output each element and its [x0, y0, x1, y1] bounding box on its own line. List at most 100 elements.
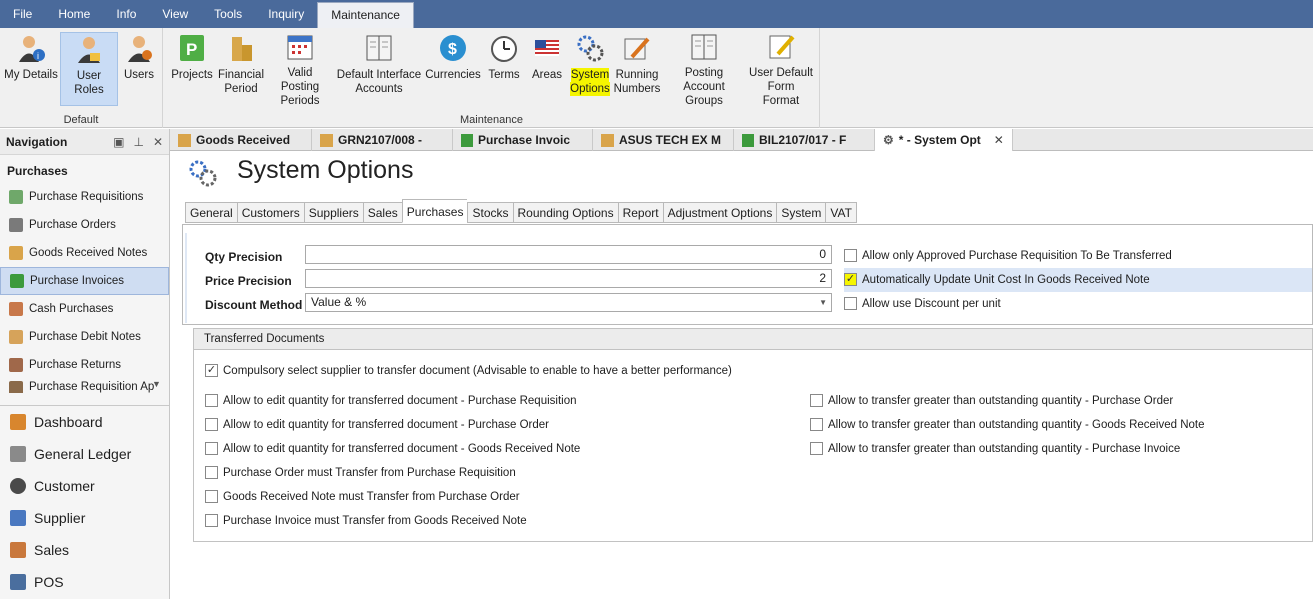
module-pos[interactable]: POS [0, 566, 169, 598]
checkbox-box[interactable] [205, 514, 218, 527]
nav-item-purchase-returns[interactable]: Purchase Returns [0, 351, 169, 379]
po-from-requisition-checkbox[interactable]: Purchase Order must Transfer from Purcha… [205, 466, 516, 479]
pencil-form-icon [621, 32, 653, 64]
user-roles-button[interactable]: User Roles [60, 32, 118, 106]
calendar-icon [284, 32, 316, 62]
doc-tab-asus-tech[interactable]: ASUS TECH EX M [593, 129, 734, 151]
menu-file[interactable]: File [0, 0, 45, 28]
pin-icon[interactable]: ⊥ [133, 135, 143, 149]
nav-item-purchase-invoices[interactable]: Purchase Invoices [0, 267, 169, 295]
doc-tab-grn2107-008[interactable]: GRN2107/008 - [312, 129, 453, 151]
over-transfer-invoice-checkbox[interactable]: Allow to transfer greater than outstandi… [810, 442, 1180, 455]
doc-tab-bil2107-017[interactable]: BIL2107/017 - F [734, 129, 875, 151]
nav-item-cash-purchases[interactable]: Cash Purchases [0, 295, 169, 323]
menu-view[interactable]: View [149, 0, 201, 28]
menu-tools[interactable]: Tools [201, 0, 255, 28]
module-sales[interactable]: Sales [0, 534, 169, 566]
price-precision-label: Price Precision [205, 274, 292, 288]
tab-purchases[interactable]: Purchases [401, 199, 468, 223]
checkbox-box[interactable] [810, 442, 823, 455]
dropdown-arrow-icon[interactable]: ▼ [819, 294, 827, 311]
grn-from-po-checkbox[interactable]: Goods Received Note must Transfer from P… [205, 490, 520, 503]
default-interface-accounts-button[interactable]: Default Interface Accounts [335, 32, 423, 104]
discount-per-unit-checkbox[interactable]: Allow use Discount per unit [844, 297, 1001, 310]
tab-vat[interactable]: VAT [825, 202, 857, 223]
ledger-book-icon [363, 32, 395, 64]
edit-qty-purchase-order-checkbox[interactable]: Allow to edit quantity for transferred d… [205, 418, 549, 431]
nav-item-purchase-debit-notes[interactable]: Purchase Debit Notes [0, 323, 169, 351]
nav-item-purchase-requisitions[interactable]: Purchase Requisitions [0, 183, 169, 211]
over-transfer-grn-checkbox[interactable]: Allow to transfer greater than outstandi… [810, 418, 1205, 431]
checkbox-box[interactable] [205, 418, 218, 431]
tab-adjustment-options[interactable]: Adjustment Options [662, 202, 777, 223]
valid-posting-periods-button[interactable]: Valid Posting Periods [267, 32, 333, 107]
invoice-from-grn-checkbox[interactable]: Purchase Invoice must Transfer from Good… [205, 514, 527, 527]
invoice-icon [10, 274, 24, 288]
tab-report[interactable]: Report [617, 202, 663, 223]
checkbox-box[interactable] [810, 418, 823, 431]
user-default-form-format-button[interactable]: User Default Form Format [748, 32, 814, 107]
edit-qty-purchase-requisition-checkbox[interactable]: Allow to edit quantity for transferred d… [205, 394, 577, 407]
checkbox-box[interactable] [205, 466, 218, 479]
checkmark-icon[interactable]: ✓ [205, 364, 218, 377]
checkbox-box[interactable] [844, 297, 857, 310]
nav-item-purchase-requisition-approval[interactable]: Purchase Requisition Ap [0, 379, 169, 393]
areas-button[interactable]: Areas [528, 32, 566, 104]
tab-stocks[interactable]: Stocks [467, 202, 513, 223]
scroll-down-icon[interactable]: ▼ [152, 379, 161, 389]
tab-system[interactable]: System [776, 202, 826, 223]
pos-icon [10, 574, 26, 590]
financial-period-button[interactable]: Financial Period [216, 32, 266, 104]
tab-sales[interactable]: Sales [362, 202, 402, 223]
module-dashboard[interactable]: Dashboard [0, 406, 169, 438]
module-supplier[interactable]: Supplier [0, 502, 169, 534]
checkbox-box[interactable] [810, 394, 823, 407]
doc-tab-goods-received[interactable]: Goods Received [170, 129, 312, 151]
users-button[interactable]: Users [120, 32, 158, 104]
menu-inquiry[interactable]: Inquiry [255, 0, 317, 28]
menu-home[interactable]: Home [45, 0, 103, 28]
running-numbers-button[interactable]: Running Numbers [614, 32, 660, 104]
posting-account-groups-button[interactable]: Posting Account Groups [664, 32, 744, 107]
projects-button[interactable]: P Projects [170, 32, 214, 104]
module-customer[interactable]: Customer [0, 470, 169, 502]
menu-maintenance[interactable]: Maintenance [317, 2, 414, 28]
invoice-icon [742, 133, 754, 147]
over-transfer-po-checkbox[interactable]: Allow to transfer greater than outstandi… [810, 394, 1173, 407]
return-icon [9, 358, 23, 372]
tab-customers[interactable]: Customers [236, 202, 304, 223]
checkbox-box[interactable] [205, 490, 218, 503]
ribbon: i My Details User Roles Users Default P … [0, 28, 1313, 128]
cash-icon [9, 302, 23, 316]
tab-suppliers[interactable]: Suppliers [303, 202, 363, 223]
doc-tab-system-options[interactable]: ⚙ * - System Opt ✕ [875, 129, 1013, 151]
menu-info[interactable]: Info [103, 0, 149, 28]
currencies-button[interactable]: $ Currencies [425, 32, 481, 104]
checkbox-box[interactable] [205, 442, 218, 455]
approved-requisition-only-checkbox[interactable]: Allow only Approved Purchase Requisition… [844, 249, 1172, 262]
tab-rounding-options[interactable]: Rounding Options [512, 202, 618, 223]
module-general-ledger[interactable]: General Ledger [0, 438, 169, 470]
doc-tab-purchase-invoice[interactable]: Purchase Invoic [453, 129, 593, 151]
ledger-book-icon [688, 32, 720, 62]
edit-qty-goods-received-checkbox[interactable]: Allow to edit quantity for transferred d… [205, 442, 580, 455]
auto-update-unit-cost-checkbox[interactable]: ✓ Automatically Update Unit Cost In Good… [844, 273, 1150, 286]
system-options-button[interactable]: System Options [569, 32, 611, 104]
checkbox-box[interactable] [205, 394, 218, 407]
restore-icon[interactable]: ▣ [113, 135, 124, 149]
qty-precision-input[interactable]: 0 [305, 245, 832, 264]
nav-item-purchase-orders[interactable]: Purchase Orders [0, 211, 169, 239]
price-precision-input[interactable]: 2 [305, 269, 832, 288]
nav-item-goods-received-notes[interactable]: Goods Received Notes [0, 239, 169, 267]
users-icon [123, 32, 155, 64]
close-icon[interactable]: ✕ [153, 135, 163, 149]
compulsory-supplier-checkbox[interactable]: ✓ Compulsory select supplier to transfer… [205, 364, 732, 377]
my-details-button[interactable]: i My Details [4, 32, 58, 104]
tab-general[interactable]: General [185, 202, 237, 223]
terms-button[interactable]: Terms [484, 32, 524, 104]
checkmark-icon[interactable]: ✓ [844, 273, 857, 286]
document-tabs: Goods Received GRN2107/008 - Purchase In… [170, 129, 1313, 151]
checkbox-box[interactable] [844, 249, 857, 262]
discount-method-select[interactable]: Value & % ▼ [305, 293, 832, 312]
close-tab-icon[interactable]: ✕ [994, 133, 1004, 147]
